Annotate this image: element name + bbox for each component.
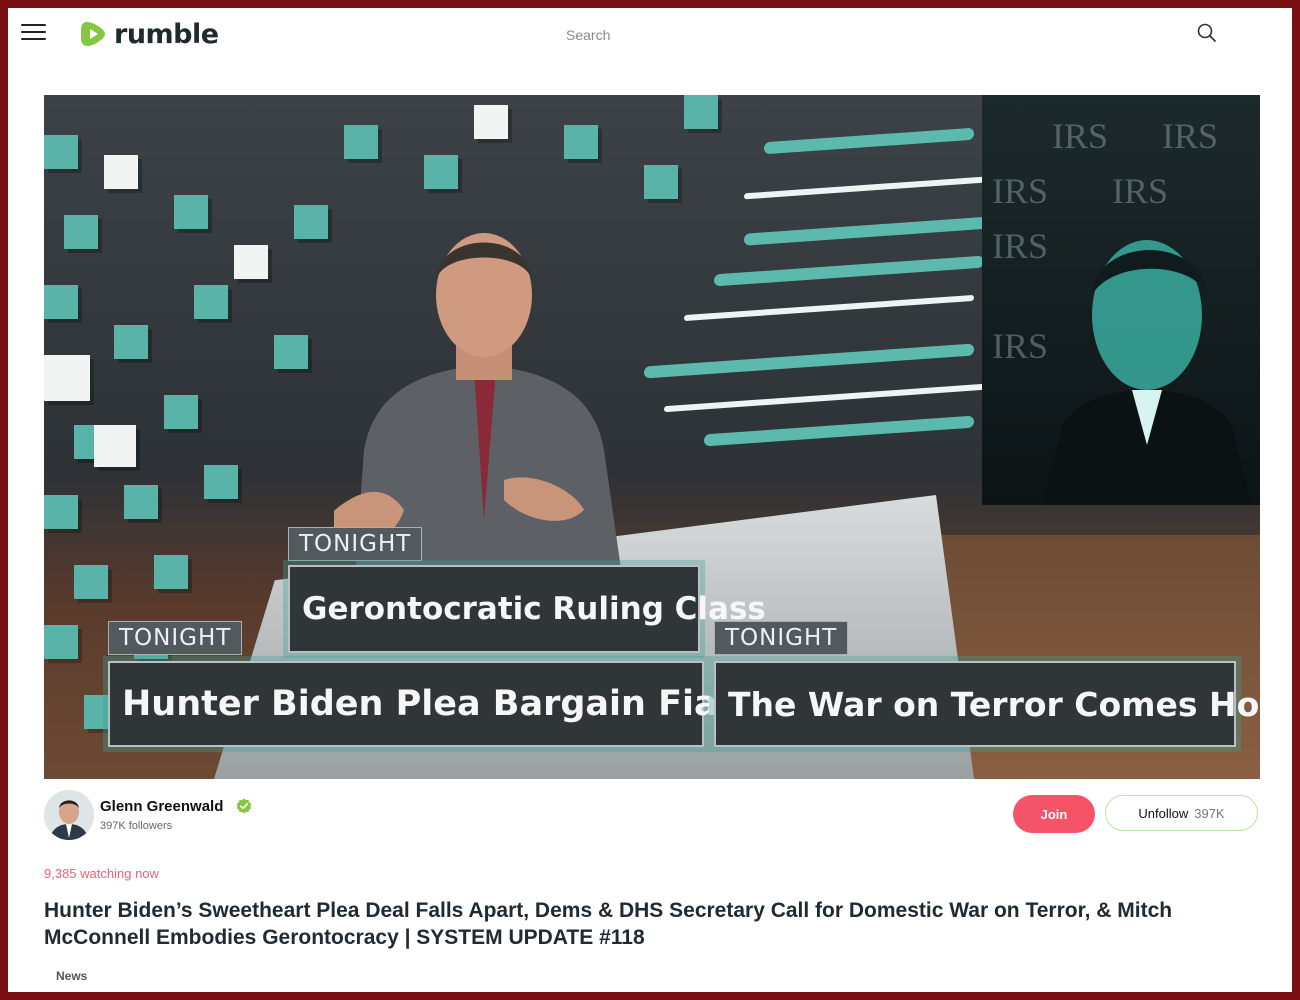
video-title: Hunter Biden’s Sweetheart Plea Deal Fall… [44, 899, 1173, 949]
page: rumble Search IRS IRS IRS IRS IRS IRS TO… [8, 8, 1292, 992]
play-logo-icon [81, 22, 105, 46]
portrait-panel: IRS IRS IRS IRS IRS IRS [982, 95, 1260, 505]
background-text: IRS [992, 326, 1049, 366]
lower-third-headline: Hunter Biden Plea Bargain Fiasco [108, 661, 783, 747]
video-player[interactable]: IRS IRS IRS IRS IRS IRS TONIGHT Gerontoc… [44, 95, 1260, 779]
watching-now-count: 9,385 watching now [44, 866, 159, 881]
search-input[interactable] [564, 22, 1208, 48]
category-tag-news[interactable]: News [56, 969, 87, 983]
lower-third-headline: Gerontocratic Ruling Class [288, 565, 766, 653]
rumble-logo[interactable]: rumble [78, 16, 219, 52]
unfollow-button[interactable]: Unfollow 397K [1105, 795, 1258, 831]
lower-third-kicker: TONIGHT [288, 527, 423, 561]
background-text: IRS [1052, 116, 1109, 156]
background-text: IRS [1162, 116, 1219, 156]
search-icon[interactable] [1196, 22, 1218, 44]
portrait-figure [1042, 240, 1252, 505]
background-text: IRS [992, 226, 1049, 266]
lower-third-kicker: TONIGHT [714, 621, 849, 655]
top-header: rumble [8, 8, 1292, 58]
lower-third-kicker: TONIGHT [108, 621, 243, 655]
background-text: IRS [992, 171, 1049, 211]
avatar[interactable] [44, 790, 94, 840]
brand-name: rumble [114, 18, 219, 50]
unfollow-label: Unfollow [1138, 805, 1189, 821]
lower-third-headline: The War on Terror Comes Home [714, 661, 1260, 747]
channel-name[interactable]: Glenn Greenwald [100, 798, 223, 815]
verified-check-icon [236, 798, 252, 814]
follower-count: 397K followers [100, 820, 173, 832]
join-button[interactable]: Join [1013, 795, 1095, 833]
unfollow-count: 397K [1194, 805, 1225, 821]
hamburger-icon[interactable] [21, 22, 47, 42]
